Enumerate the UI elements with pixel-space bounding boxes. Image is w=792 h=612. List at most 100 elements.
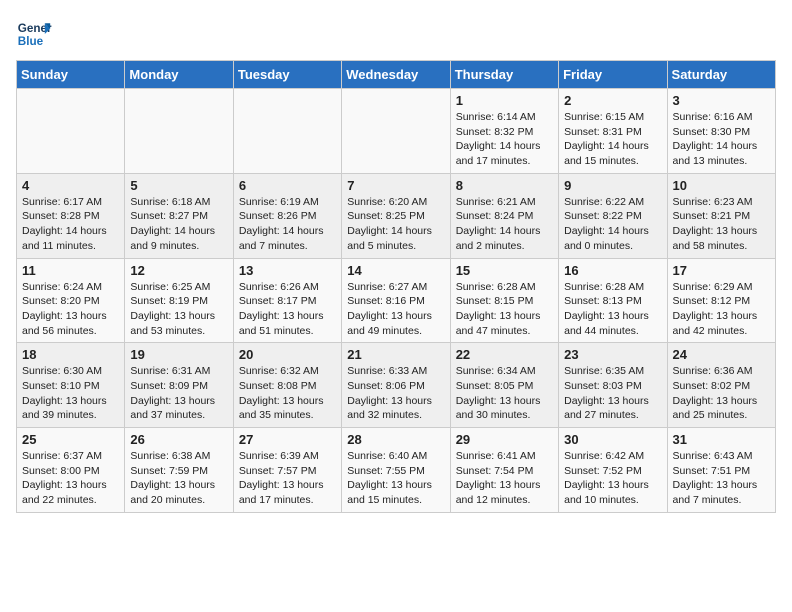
cell-content: Sunrise: 6:30 AM Sunset: 8:10 PM Dayligh… [22, 364, 119, 423]
calendar-cell: 21Sunrise: 6:33 AM Sunset: 8:06 PM Dayli… [342, 343, 450, 428]
calendar-cell [342, 89, 450, 174]
day-number: 20 [239, 347, 336, 362]
day-number: 4 [22, 178, 119, 193]
cell-content: Sunrise: 6:19 AM Sunset: 8:26 PM Dayligh… [239, 195, 336, 254]
cell-content: Sunrise: 6:32 AM Sunset: 8:08 PM Dayligh… [239, 364, 336, 423]
column-header-tuesday: Tuesday [233, 61, 341, 89]
column-header-wednesday: Wednesday [342, 61, 450, 89]
week-row-1: 1 Sunrise: 6:14 AM Sunset: 8:32 PM Daylig… [17, 89, 776, 174]
logo-icon: General Blue [16, 16, 52, 52]
calendar-cell: 5Sunrise: 6:18 AM Sunset: 8:27 PM Daylig… [125, 173, 233, 258]
day-number: 28 [347, 432, 444, 447]
day-number: 3 [673, 93, 770, 108]
calendar-cell: 9Sunrise: 6:22 AM Sunset: 8:22 PM Daylig… [559, 173, 667, 258]
column-header-saturday: Saturday [667, 61, 775, 89]
calendar-cell [125, 89, 233, 174]
week-row-5: 25Sunrise: 6:37 AM Sunset: 8:00 PM Dayli… [17, 428, 776, 513]
cell-content: Sunrise: 6:15 AM Sunset: 8:31 PM Dayligh… [564, 110, 661, 169]
calendar-cell: 20 Sunrise: 6:32 AM Sunset: 8:08 PM Dayli… [233, 343, 341, 428]
cell-content: Sunrise: 6:35 AM Sunset: 8:03 PM Dayligh… [564, 364, 661, 423]
calendar-cell: 23 Sunrise: 6:35 AM Sunset: 8:03 PM Dayli… [559, 343, 667, 428]
calendar-cell: 4 Sunrise: 6:17 AM Sunset: 8:28 PM Daylig… [17, 173, 125, 258]
cell-content: Sunrise: 6:36 AM Sunset: 8:02 PM Dayligh… [673, 364, 770, 423]
day-number: 19 [130, 347, 227, 362]
cell-content: Sunrise: 6:28 AM Sunset: 8:15 PM Dayligh… [456, 280, 553, 339]
calendar-cell: 24 Sunrise: 6:36 AM Sunset: 8:02 PM Dayli… [667, 343, 775, 428]
calendar-cell: 13Sunrise: 6:26 AM Sunset: 8:17 PM Dayli… [233, 258, 341, 343]
week-row-3: 11 Sunrise: 6:24 AM Sunset: 8:20 PM Dayli… [17, 258, 776, 343]
calendar-cell: 12 Sunrise: 6:25 AM Sunset: 8:19 PM Dayli… [125, 258, 233, 343]
day-number: 25 [22, 432, 119, 447]
day-number: 6 [239, 178, 336, 193]
day-number: 10 [673, 178, 770, 193]
calendar-cell: 2 Sunrise: 6:15 AM Sunset: 8:31 PM Daylig… [559, 89, 667, 174]
cell-content: Sunrise: 6:16 AM Sunset: 8:30 PM Dayligh… [673, 110, 770, 169]
calendar-cell [233, 89, 341, 174]
calendar-cell: 18 Sunrise: 6:30 AM Sunset: 8:10 PM Dayli… [17, 343, 125, 428]
day-number: 29 [456, 432, 553, 447]
cell-content: Sunrise: 6:42 AM Sunset: 7:52 PM Dayligh… [564, 449, 661, 508]
cell-content: Sunrise: 6:22 AM Sunset: 8:22 PM Dayligh… [564, 195, 661, 254]
cell-content: Sunrise: 6:29 AM Sunset: 8:12 PM Dayligh… [673, 280, 770, 339]
day-number: 27 [239, 432, 336, 447]
calendar-cell: 8Sunrise: 6:21 AM Sunset: 8:24 PM Daylig… [450, 173, 558, 258]
cell-content: Sunrise: 6:31 AM Sunset: 8:09 PM Dayligh… [130, 364, 227, 423]
cell-content: Sunrise: 6:28 AM Sunset: 8:13 PM Dayligh… [564, 280, 661, 339]
column-header-thursday: Thursday [450, 61, 558, 89]
day-number: 13 [239, 263, 336, 278]
header: General Blue [16, 16, 776, 52]
cell-content: Sunrise: 6:40 AM Sunset: 7:55 PM Dayligh… [347, 449, 444, 508]
cell-content: Sunrise: 6:20 AM Sunset: 8:25 PM Dayligh… [347, 195, 444, 254]
cell-content: Sunrise: 6:27 AM Sunset: 8:16 PM Dayligh… [347, 280, 444, 339]
cell-content: Sunrise: 6:34 AM Sunset: 8:05 PM Dayligh… [456, 364, 553, 423]
calendar-cell: 14 Sunrise: 6:27 AM Sunset: 8:16 PM Dayli… [342, 258, 450, 343]
day-number: 11 [22, 263, 119, 278]
header-row: SundayMondayTuesdayWednesdayThursdayFrid… [17, 61, 776, 89]
day-number: 7 [347, 178, 444, 193]
calendar-cell: 10 Sunrise: 6:23 AM Sunset: 8:21 PM Dayli… [667, 173, 775, 258]
day-number: 31 [673, 432, 770, 447]
day-number: 23 [564, 347, 661, 362]
cell-content: Sunrise: 6:33 AM Sunset: 8:06 PM Dayligh… [347, 364, 444, 423]
day-number: 12 [130, 263, 227, 278]
day-number: 5 [130, 178, 227, 193]
day-number: 24 [673, 347, 770, 362]
logo: General Blue [16, 16, 52, 52]
cell-content: Sunrise: 6:38 AM Sunset: 7:59 PM Dayligh… [130, 449, 227, 508]
day-number: 8 [456, 178, 553, 193]
cell-content: Sunrise: 6:17 AM Sunset: 8:28 PM Dayligh… [22, 195, 119, 254]
column-header-monday: Monday [125, 61, 233, 89]
day-number: 16 [564, 263, 661, 278]
calendar-cell: 26 Sunrise: 6:38 AM Sunset: 7:59 PM Dayli… [125, 428, 233, 513]
week-row-4: 18 Sunrise: 6:30 AM Sunset: 8:10 PM Dayli… [17, 343, 776, 428]
calendar-cell: 1 Sunrise: 6:14 AM Sunset: 8:32 PM Daylig… [450, 89, 558, 174]
calendar-cell: 22 Sunrise: 6:34 AM Sunset: 8:05 PM Dayli… [450, 343, 558, 428]
cell-content: Sunrise: 6:23 AM Sunset: 8:21 PM Dayligh… [673, 195, 770, 254]
day-number: 22 [456, 347, 553, 362]
day-number: 18 [22, 347, 119, 362]
day-number: 2 [564, 93, 661, 108]
calendar-cell: 25Sunrise: 6:37 AM Sunset: 8:00 PM Dayli… [17, 428, 125, 513]
day-number: 15 [456, 263, 553, 278]
calendar-cell: 17Sunrise: 6:29 AM Sunset: 8:12 PM Dayli… [667, 258, 775, 343]
svg-text:Blue: Blue [18, 35, 44, 48]
week-row-2: 4 Sunrise: 6:17 AM Sunset: 8:28 PM Daylig… [17, 173, 776, 258]
calendar-cell: 3 Sunrise: 6:16 AM Sunset: 8:30 PM Daylig… [667, 89, 775, 174]
calendar-cell: 7 Sunrise: 6:20 AM Sunset: 8:25 PM Daylig… [342, 173, 450, 258]
day-number: 26 [130, 432, 227, 447]
calendar-cell [17, 89, 125, 174]
calendar-cell: 28 Sunrise: 6:40 AM Sunset: 7:55 PM Dayli… [342, 428, 450, 513]
day-number: 14 [347, 263, 444, 278]
cell-content: Sunrise: 6:14 AM Sunset: 8:32 PM Dayligh… [456, 110, 553, 169]
cell-content: Sunrise: 6:24 AM Sunset: 8:20 PM Dayligh… [22, 280, 119, 339]
column-header-sunday: Sunday [17, 61, 125, 89]
day-number: 1 [456, 93, 553, 108]
calendar-cell: 27 Sunrise: 6:39 AM Sunset: 7:57 PM Dayli… [233, 428, 341, 513]
day-number: 30 [564, 432, 661, 447]
calendar-cell: 30 Sunrise: 6:42 AM Sunset: 7:52 PM Dayli… [559, 428, 667, 513]
cell-content: Sunrise: 6:39 AM Sunset: 7:57 PM Dayligh… [239, 449, 336, 508]
cell-content: Sunrise: 6:25 AM Sunset: 8:19 PM Dayligh… [130, 280, 227, 339]
calendar-cell: 16 Sunrise: 6:28 AM Sunset: 8:13 PM Dayli… [559, 258, 667, 343]
calendar-cell: 15 Sunrise: 6:28 AM Sunset: 8:15 PM Dayli… [450, 258, 558, 343]
calendar-cell: 6 Sunrise: 6:19 AM Sunset: 8:26 PM Daylig… [233, 173, 341, 258]
